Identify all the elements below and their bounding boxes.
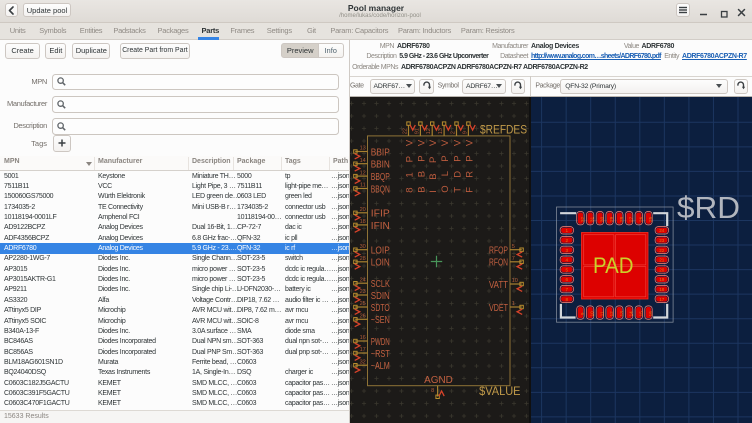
svg-text:24: 24: [359, 277, 365, 283]
svg-text:19: 19: [659, 277, 665, 282]
svg-text:$REFDES: $REFDES: [480, 122, 527, 136]
svg-text:14: 14: [629, 310, 634, 316]
svg-text:~SEN: ~SEN: [370, 315, 389, 326]
svg-text:91: 91: [414, 128, 420, 134]
svg-text:9: 9: [462, 131, 468, 134]
svg-text:32: 32: [359, 359, 365, 365]
svg-text:IFIP: IFIP: [370, 208, 389, 219]
svg-text:30: 30: [599, 216, 604, 222]
svg-text:32: 32: [580, 216, 585, 222]
svg-text:17: 17: [659, 296, 665, 301]
svg-text:25: 25: [648, 216, 653, 222]
svg-text:18: 18: [659, 287, 665, 292]
svg-text:$VALUE: $VALUE: [479, 384, 520, 398]
svg-text:13: 13: [619, 310, 624, 316]
svg-text:~RST: ~RST: [370, 348, 389, 359]
svg-text:13: 13: [438, 128, 444, 134]
svg-text:IFIN: IFIN: [370, 220, 389, 231]
svg-text:2: 2: [566, 238, 569, 243]
svg-text:18: 18: [359, 219, 365, 225]
svg-text:SCLK: SCLK: [370, 279, 389, 290]
svg-text:12: 12: [609, 310, 614, 316]
svg-text:PAD: PAD: [593, 252, 634, 277]
svg-text:PWDN: PWDN: [370, 336, 389, 347]
svg-text:RFOP: RFOP: [489, 244, 508, 256]
svg-text:13: 13: [359, 145, 365, 151]
svg-text:21: 21: [659, 257, 665, 262]
svg-text:16: 16: [648, 310, 653, 316]
svg-text:12: 12: [359, 170, 365, 176]
svg-text:15: 15: [638, 310, 643, 316]
svg-text:8: 8: [566, 296, 569, 301]
svg-text:LOIP: LOIP: [370, 245, 389, 256]
svg-text:AGND: AGND: [424, 373, 453, 385]
svg-text:$RD: $RD: [677, 190, 740, 225]
svg-text:16: 16: [359, 335, 365, 341]
svg-text:29: 29: [609, 216, 614, 222]
svg-text:27: 27: [629, 216, 634, 222]
svg-text:BBQP: BBQP: [370, 172, 389, 183]
svg-text:RFON: RFON: [489, 256, 508, 268]
svg-text:20: 20: [359, 207, 365, 213]
svg-text:BBQN: BBQN: [370, 184, 389, 195]
svg-text:SDTO: SDTO: [370, 302, 389, 313]
svg-text:6: 6: [566, 277, 569, 282]
svg-text:1: 1: [566, 228, 569, 233]
svg-text:30: 30: [359, 243, 365, 249]
svg-text:22: 22: [659, 247, 665, 252]
svg-text:7: 7: [511, 256, 514, 262]
svg-text:SDIN: SDIN: [370, 290, 389, 301]
svg-text:4: 4: [566, 257, 569, 262]
svg-text:BBIN: BBIN: [370, 159, 389, 170]
svg-text:20: 20: [659, 267, 665, 272]
svg-text:11: 11: [599, 310, 604, 315]
svg-text:12: 12: [426, 128, 432, 134]
svg-text:28: 28: [619, 216, 624, 222]
svg-text:17: 17: [359, 347, 365, 353]
svg-text:3: 3: [566, 247, 569, 252]
svg-text:7: 7: [566, 287, 569, 292]
svg-text:2: 2: [450, 131, 456, 134]
svg-text:31: 31: [590, 216, 595, 222]
svg-text:11: 11: [359, 182, 365, 188]
svg-text:LOIN: LOIN: [370, 257, 389, 268]
svg-text:22: 22: [402, 128, 408, 134]
svg-text:26: 26: [638, 216, 643, 222]
svg-text:~ALM: ~ALM: [370, 361, 389, 372]
svg-text:23: 23: [659, 238, 665, 243]
svg-text:25: 25: [359, 301, 365, 307]
svg-text:9: 9: [580, 312, 585, 315]
svg-text:VATT: VATT: [489, 278, 508, 290]
svg-text:23: 23: [359, 289, 365, 295]
svg-text:28: 28: [359, 256, 365, 262]
svg-text:10: 10: [511, 278, 517, 284]
svg-text:5: 5: [566, 267, 569, 272]
svg-text:14: 14: [359, 157, 365, 163]
svg-text:5: 5: [511, 243, 514, 249]
svg-text:8: 8: [431, 388, 434, 394]
svg-text:VDET: VDET: [489, 301, 508, 313]
svg-text:BBIP: BBIP: [370, 147, 389, 158]
svg-text:24: 24: [659, 228, 665, 233]
svg-text:26: 26: [359, 313, 365, 319]
svg-text:10: 10: [590, 310, 595, 316]
svg-text:1: 1: [511, 301, 514, 307]
